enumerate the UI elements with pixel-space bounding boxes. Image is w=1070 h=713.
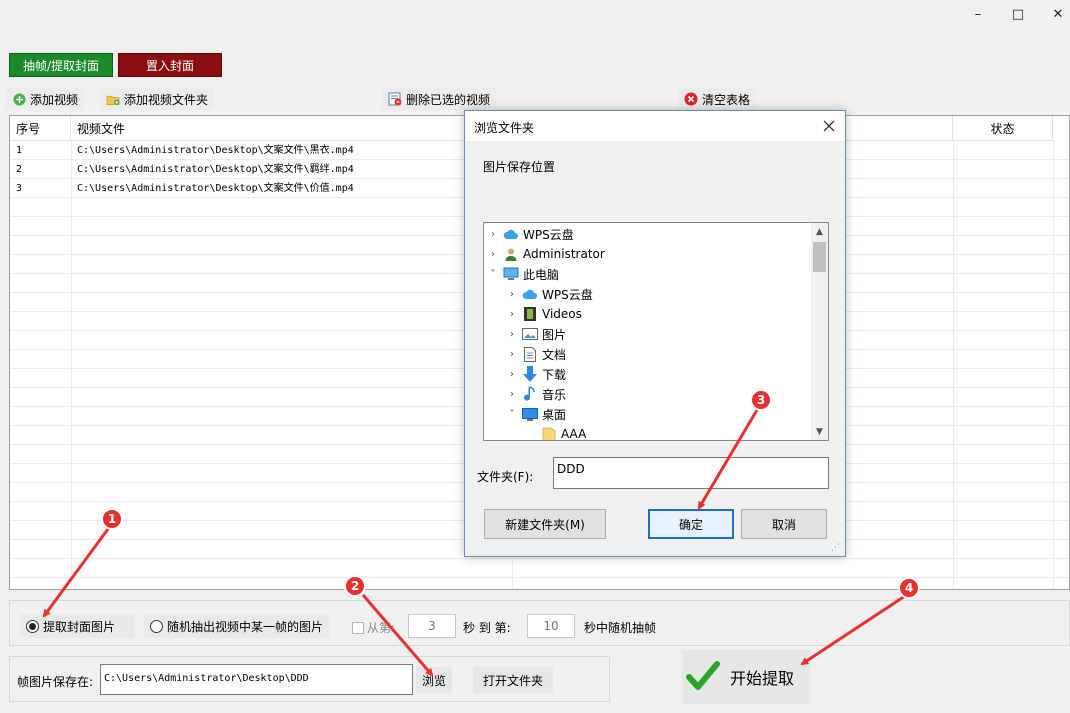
annotation-arrows — [42, 409, 906, 677]
arrow-3 — [697, 409, 759, 510]
arrow-4 — [800, 594, 906, 666]
arrow-1 — [42, 528, 110, 618]
annotation-badge: 4 — [898, 577, 920, 599]
annotation-badge: 3 — [750, 389, 772, 411]
arrow-2 — [361, 594, 434, 677]
annotation-badge: 2 — [344, 575, 366, 597]
annotation-badge: 1 — [101, 508, 123, 530]
